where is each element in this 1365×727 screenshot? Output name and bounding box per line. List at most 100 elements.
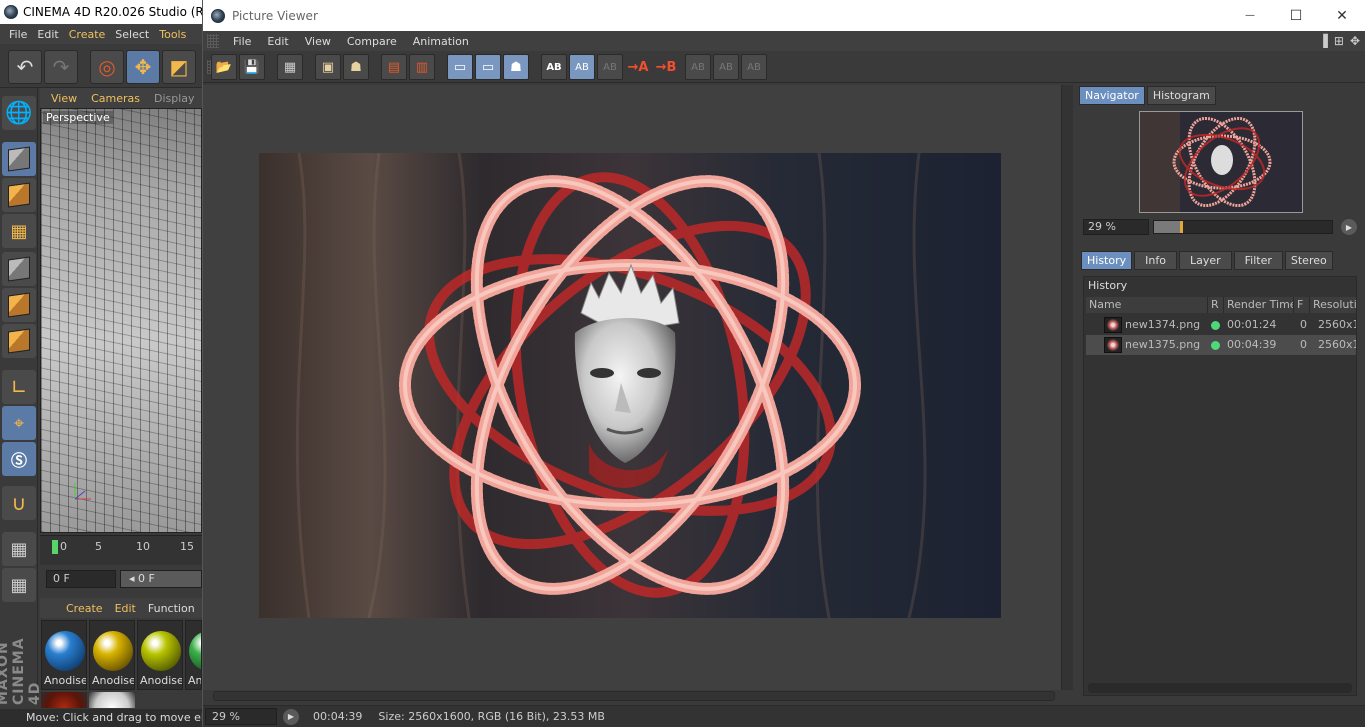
navigator-zoom-field[interactable]: 29 % [1083, 219, 1149, 235]
stop-render-button[interactable]: ▤ [381, 54, 407, 80]
render-region-button[interactable]: ▣ [315, 54, 341, 80]
material-menu-edit[interactable]: Edit [109, 602, 142, 615]
pv-title: Picture Viewer [232, 8, 318, 23]
material-swatch-partial[interactable] [89, 692, 135, 708]
layout-panel-icon[interactable]: ▐ [1319, 34, 1328, 48]
zoom-slider-knob[interactable] [1179, 221, 1183, 233]
model-mode-button[interactable] [2, 142, 36, 176]
make-editable-button[interactable]: 🌐 [2, 96, 36, 130]
maximize-button[interactable]: ☐ [1273, 0, 1319, 31]
redo-button[interactable]: ↷ [44, 50, 78, 84]
tweak-mode-button[interactable]: ⌖ [2, 406, 36, 440]
history-row[interactable]: new1374.png 00:01:24 0 2560x16 [1086, 315, 1356, 335]
c4d-menu-tools[interactable]: Tools [154, 28, 191, 41]
snap-button[interactable]: Ⓢ [2, 442, 36, 476]
diff-ab-button[interactable]: AB [713, 54, 739, 80]
status-zoom-field[interactable]: 29 % [205, 708, 277, 725]
col-resolution[interactable]: Resoluti [1310, 297, 1356, 313]
current-frame-field[interactable]: ◂ 0 F [120, 570, 202, 588]
3d-viewport[interactable]: Perspective [40, 108, 202, 533]
tab-navigator[interactable]: Navigator [1079, 86, 1145, 105]
material-menu-create[interactable]: Create [60, 602, 109, 615]
pv-menu-view[interactable]: View [297, 35, 339, 48]
status-play-button[interactable]: ▶ [283, 708, 299, 725]
magnet-button[interactable]: ∪ [2, 486, 36, 520]
tab-layer[interactable]: Layer [1178, 251, 1232, 270]
navigator-zoom-slider[interactable] [1153, 220, 1333, 234]
material-swatch[interactable]: An [185, 620, 202, 690]
tab-histogram[interactable]: Histogram [1146, 86, 1216, 105]
navigator-play-button[interactable]: ▶ [1341, 219, 1357, 235]
pv-menu-file[interactable]: File [225, 35, 259, 48]
move-tool-button[interactable]: ✥ [126, 50, 160, 84]
axis-gizmo-icon [71, 479, 95, 503]
pv-menu-compare[interactable]: Compare [339, 35, 405, 48]
c4d-menu-select[interactable]: Select [110, 28, 154, 41]
view-fit-button[interactable]: ▭ [475, 54, 501, 80]
ab-compare-button[interactable]: AB [541, 54, 567, 80]
swap-ab-button[interactable]: AB [685, 54, 711, 80]
save-button[interactable]: 💾 [239, 54, 265, 80]
ab-split-button[interactable]: AB [569, 54, 595, 80]
axis-mode-button[interactable]: ∟ [2, 370, 36, 404]
col-frame[interactable]: F [1294, 297, 1310, 313]
viewport-menu-display[interactable]: Display [147, 92, 202, 105]
scale-tool-button[interactable]: ◩ [162, 50, 196, 84]
move-panel-icon[interactable]: ✥ [1350, 34, 1360, 48]
timeline-ruler[interactable]: 0 5 10 15 [40, 535, 202, 565]
close-button[interactable]: ✕ [1319, 0, 1365, 31]
canvas-vertical-scrollbar[interactable] [1061, 85, 1073, 690]
material-swatch[interactable]: Anodise [137, 620, 183, 690]
c4d-menu-edit[interactable]: Edit [32, 28, 63, 41]
undo-button[interactable]: ↶ [8, 50, 42, 84]
polygons-mode-button[interactable] [2, 324, 36, 358]
col-render-time[interactable]: Render Time [1224, 297, 1294, 313]
minimize-button[interactable]: — [1227, 0, 1273, 31]
edges-mode-button[interactable] [2, 288, 36, 322]
live-selection-button[interactable]: ◎ [90, 50, 124, 84]
render-user-button[interactable]: ☗ [343, 54, 369, 80]
navigator-thumbnail[interactable] [1139, 111, 1303, 213]
workplane-button[interactable]: ▦ [2, 214, 36, 248]
timeline-tick: 15 [180, 540, 194, 553]
texture-mode-button[interactable] [2, 178, 36, 212]
grid-button[interactable]: ▦ [277, 54, 303, 80]
tab-info[interactable]: Info [1134, 251, 1177, 270]
set-a-button[interactable]: →A [625, 54, 651, 80]
history-row-selected[interactable]: new1375.png 00:04:39 0 2560x16 [1086, 335, 1356, 355]
canvas-horizontal-scrollbar[interactable] [213, 691, 1055, 701]
points-mode-button[interactable] [2, 252, 36, 286]
tab-history[interactable]: History [1081, 251, 1133, 270]
render-queue-button[interactable]: ▥ [409, 54, 435, 80]
ab-overlay-button[interactable]: AB [597, 54, 623, 80]
material-menu-function[interactable]: Function [142, 602, 201, 615]
viewport-menu-view[interactable]: View [44, 92, 84, 105]
view-compare-button[interactable]: ☗ [503, 54, 529, 80]
grid-ab-button[interactable]: AB [741, 54, 767, 80]
viewport-menu-cameras[interactable]: Cameras [84, 92, 147, 105]
pv-menubar: File Edit View Compare Animation ▐ ⊞ ✥ [203, 31, 1365, 51]
tab-stereo[interactable]: Stereo [1284, 251, 1333, 270]
lock-workplane-button[interactable]: ▦ [2, 532, 36, 566]
planar-workplane-button[interactable]: ▦ [2, 568, 36, 602]
grid-plane-icon: ▦ [10, 220, 28, 242]
set-b-button[interactable]: →B [653, 54, 679, 80]
col-name[interactable]: Name [1086, 297, 1208, 313]
tab-filter[interactable]: Filter [1233, 251, 1283, 270]
pv-menu-animation[interactable]: Animation [405, 35, 477, 48]
material-swatch[interactable]: Anodise [41, 620, 87, 690]
pv-menu-edit[interactable]: Edit [259, 35, 296, 48]
c4d-menu-create[interactable]: Create [64, 28, 111, 41]
material-swatch-partial[interactable] [41, 692, 87, 708]
timeline-playhead[interactable] [52, 540, 58, 554]
picture-viewer-canvas[interactable] [203, 85, 1061, 690]
c4d-menu-file[interactable]: File [4, 28, 32, 41]
material-swatch[interactable]: Anodise [89, 620, 135, 690]
history-table-header: Name R Render Time F Resoluti [1086, 297, 1356, 313]
add-panel-icon[interactable]: ⊞ [1334, 34, 1344, 48]
view-single-button[interactable]: ▭ [447, 54, 473, 80]
history-horizontal-scrollbar[interactable] [1088, 683, 1352, 693]
start-frame-field[interactable]: 0 F [46, 570, 116, 588]
col-render-status[interactable]: R [1208, 297, 1224, 313]
open-button[interactable]: 📂 [211, 54, 237, 80]
